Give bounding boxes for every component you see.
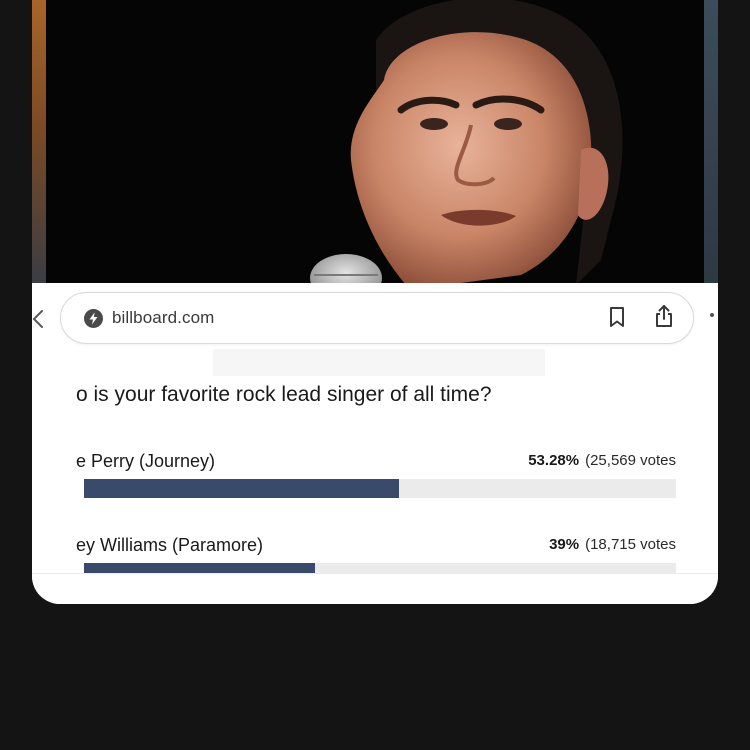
poll-option-name: ey Williams (Paramore) [76,535,264,555]
poll-option[interactable]: e Perry (Journey) 53.28% (25,569 votes [76,451,676,511]
url-text: billboard.com [112,308,215,327]
ad-placeholder [213,349,545,376]
more-icon[interactable] [710,313,714,317]
bottom-toolbar-edge [32,573,718,604]
poll-result-bar-track [84,479,676,498]
bolt-icon [84,309,103,328]
article-hero-photo[interactable] [46,0,704,285]
chevron-left-icon[interactable] [32,303,46,335]
poll-option-votes: (25,569 votes [585,452,676,469]
singer-photo-illustration [46,0,704,285]
share-icon[interactable] [652,303,676,329]
poll-option-percent: 39% [549,536,580,553]
poll-option-percent: 53.28% [528,452,580,469]
adjacent-photo-edge-left [32,0,46,285]
bookmark-icon[interactable] [606,305,628,329]
poll-option-stats: 53.28% (25,569 votes [528,452,676,469]
browser-panel: billboard.com o is your favorite rock le… [32,283,718,604]
poll-option-votes: (18,715 votes [585,536,676,553]
poll-result-bar-fill [84,479,400,498]
poll-question: o is your favorite rock lead singer of a… [76,383,492,406]
adjacent-photo-edge-right [704,0,718,285]
poll-option-stats: 39% (18,715 votes [549,536,676,553]
address-bar[interactable]: billboard.com [60,292,694,344]
poll-option-name: e Perry (Journey) [76,451,216,471]
screen: billboard.com o is your favorite rock le… [0,0,750,750]
